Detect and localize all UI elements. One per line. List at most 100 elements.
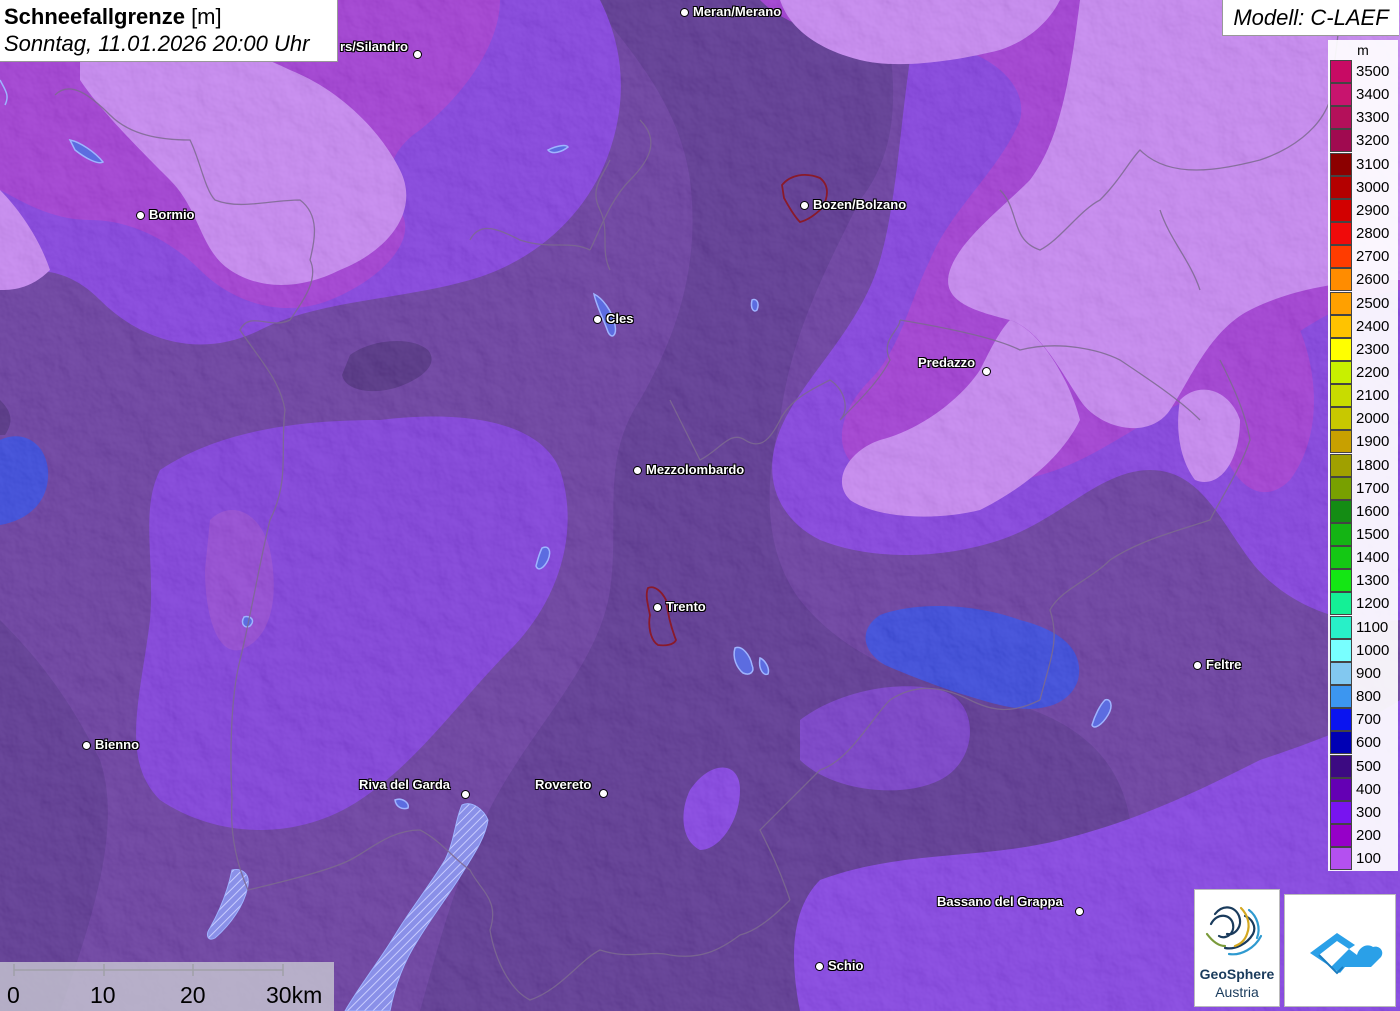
city-dot [136, 211, 145, 220]
legend-swatch [1330, 453, 1352, 477]
city-label: Meran/Merano [693, 4, 782, 19]
legend-swatch [1330, 175, 1352, 199]
map-title-bold: Schneefallgrenze [4, 4, 185, 29]
legend-swatch [1330, 708, 1352, 732]
legend-label: 3400 [1356, 86, 1390, 104]
city-dot [461, 790, 470, 799]
legend-label: 1800 [1356, 456, 1390, 474]
legend-row: 1800 [1330, 453, 1396, 477]
legend-row: 1500 [1330, 523, 1396, 546]
legend-label: 200 [1356, 826, 1382, 844]
legend-row: 1300 [1330, 569, 1396, 593]
geosphere-logo[interactable]: GeoSphere Austria [1194, 889, 1280, 1007]
city-dot [982, 367, 991, 376]
legend-label: 2200 [1356, 363, 1390, 381]
city-dot [599, 789, 608, 798]
legend-label: 3500 [1356, 63, 1390, 80]
legend-row: 2000 [1330, 407, 1396, 431]
map-title-unit: [m] [184, 4, 222, 29]
legend-row: 1700 [1330, 476, 1396, 500]
legend-label: 2700 [1356, 248, 1390, 266]
legend-swatch [1330, 198, 1352, 222]
legend-row: 100 [1330, 847, 1396, 871]
legend-row: 3400 [1330, 83, 1396, 107]
legend-label: 900 [1356, 664, 1382, 682]
legend-swatch [1330, 337, 1352, 361]
legend-swatch [1330, 800, 1352, 824]
legend-label: 2600 [1356, 271, 1390, 289]
legend-row: 2200 [1330, 360, 1396, 384]
legend-label: 2400 [1356, 317, 1390, 335]
legend-label: 3000 [1356, 178, 1390, 196]
legend-row: 2900 [1330, 198, 1396, 222]
legend-label: 100 [1356, 850, 1382, 868]
legend-row: 2700 [1330, 245, 1396, 269]
city-dot [1075, 907, 1084, 916]
legend-label: 500 [1356, 757, 1382, 775]
city-dot [800, 201, 809, 210]
legend-swatch [1330, 291, 1352, 315]
city-label: Bormio [149, 207, 195, 222]
legend-row: 1000 [1330, 638, 1396, 662]
model-label: Modell: C-LAEF [1222, 0, 1399, 36]
legend-swatch [1330, 152, 1352, 176]
legend-label: 1100 [1356, 618, 1389, 636]
legend-row: 1600 [1330, 499, 1396, 523]
color-legend: m 3500 3400 3300 3200 3100 3000 2900 2800 2700 26… [1328, 40, 1398, 871]
geosphere-subname: Austria [1215, 984, 1259, 1000]
legend-row: 2300 [1330, 337, 1396, 361]
city-label: Schio [828, 958, 864, 973]
legend-swatch [1330, 106, 1352, 130]
legend-swatch [1330, 430, 1352, 454]
legend-label: 1300 [1356, 572, 1390, 590]
legend-swatch [1330, 615, 1352, 639]
legend-label: 2000 [1356, 410, 1390, 428]
scale-label-0: 0 [7, 982, 20, 1008]
legend-row: 2500 [1330, 291, 1396, 315]
city-dot [653, 603, 662, 612]
legend-label: 800 [1356, 688, 1382, 706]
legend-row: 1200 [1330, 592, 1396, 616]
legend-label: 400 [1356, 780, 1382, 798]
legend-label: 600 [1356, 734, 1382, 752]
legend-swatch [1330, 83, 1352, 107]
legend-swatch [1330, 314, 1352, 338]
city-label: Bassano del Grappa [937, 894, 1063, 909]
city-label: Bozen/Bolzano [813, 197, 907, 212]
city-dot [413, 50, 422, 59]
legend-row: 2800 [1330, 222, 1396, 246]
legend-row: 900 [1330, 661, 1396, 685]
legend-row: 1100 [1330, 615, 1396, 639]
city-label: Trento [666, 599, 706, 614]
legend-label: 1600 [1356, 502, 1390, 520]
legend-swatch [1330, 129, 1352, 153]
scale-label-20: 20 [180, 982, 206, 1008]
legend-swatch [1330, 499, 1352, 523]
city-dot [815, 962, 824, 971]
legend-label: 3300 [1356, 109, 1390, 127]
legend-label: 2300 [1356, 340, 1390, 358]
legend-swatch [1330, 731, 1352, 755]
legend-row: 200 [1330, 823, 1396, 847]
legend-row: 600 [1330, 731, 1396, 755]
legend-row: 3000 [1330, 175, 1396, 199]
legend-label: 2800 [1356, 225, 1390, 243]
city-label: Cles [606, 311, 634, 326]
legend-swatch [1330, 222, 1352, 246]
legend-row: 800 [1330, 685, 1396, 709]
city-label: Predazzo [918, 355, 976, 370]
legend-swatch [1330, 245, 1352, 269]
legend-label: 700 [1356, 711, 1382, 729]
lake-bozen [750, 298, 759, 312]
legend-row: 3500 [1330, 60, 1396, 83]
snowline-map[interactable] [0, 0, 1400, 1011]
legend-row: 2400 [1330, 314, 1396, 338]
city-label: Rovereto [535, 777, 592, 792]
city-label: rs/Silandro [340, 39, 408, 54]
scale-bar: 0 10 20 30km [0, 962, 334, 1011]
legend-label: 1000 [1356, 641, 1390, 659]
app-logo[interactable] [1284, 894, 1396, 1007]
legend-label: 1900 [1356, 433, 1390, 451]
mountain-cloud-icon [1310, 933, 1383, 975]
map-datetime: Sonntag, 11.01.2026 20:00 Uhr [4, 31, 310, 56]
